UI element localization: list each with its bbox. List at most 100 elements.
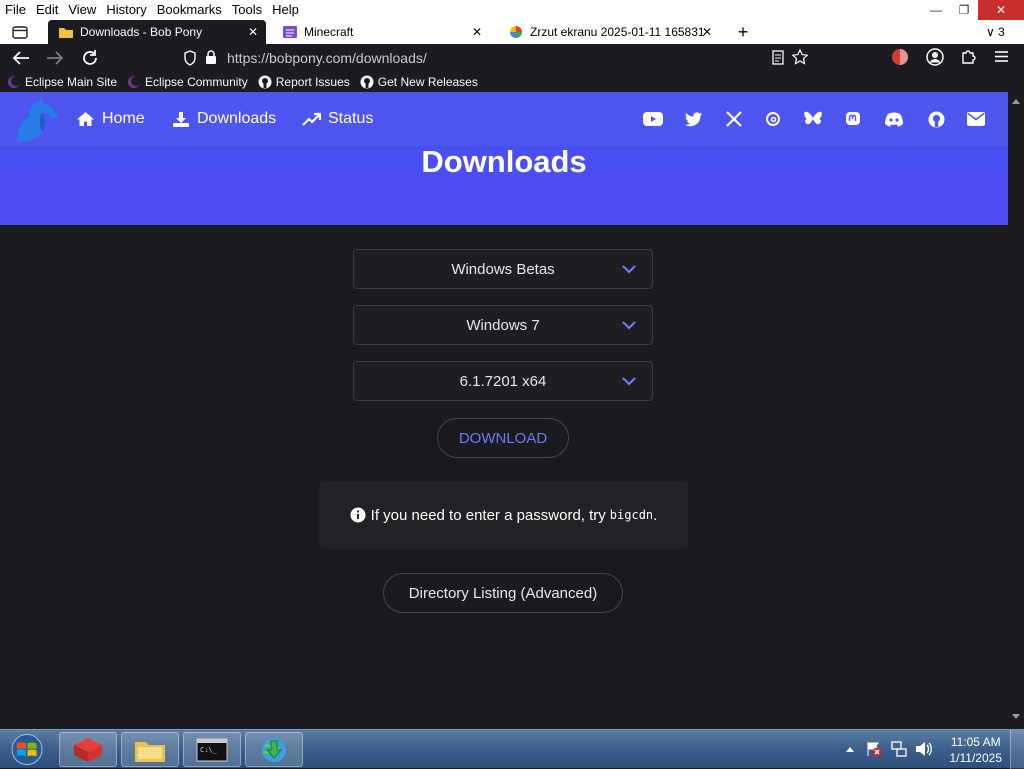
tab-title: Minecraft xyxy=(304,25,354,39)
bookmark-eclipse-main-site[interactable]: Eclipse Main Site xyxy=(7,75,117,89)
email-icon[interactable] xyxy=(966,110,986,128)
tab-strip: Downloads - Bob Pony ✕ Minecraft ✕ Zrzut… xyxy=(0,20,1024,44)
os-select[interactable]: Windows 7 xyxy=(353,305,653,345)
menu-view[interactable]: View xyxy=(63,0,101,20)
nav-home[interactable]: Home xyxy=(76,110,145,128)
github-icon xyxy=(258,75,272,89)
system-clock[interactable]: 11:05 AM 1/11/2025 xyxy=(950,734,1003,766)
nav-home-label: Home xyxy=(102,110,145,127)
download-icon xyxy=(173,111,189,127)
menu-file[interactable]: File xyxy=(0,0,31,20)
download-button[interactable]: DOWNLOAD xyxy=(437,418,569,458)
scroll-up-icon[interactable] xyxy=(1012,98,1020,104)
network-icon[interactable] xyxy=(891,741,907,757)
minimize-button[interactable]: — xyxy=(922,0,950,20)
mastodon-icon[interactable] xyxy=(843,110,863,128)
build-select-value: 6.1.7201 x64 xyxy=(459,372,547,390)
menu-bookmarks[interactable]: Bookmarks xyxy=(152,0,227,20)
category-select[interactable]: Windows Betas xyxy=(353,249,653,289)
hamburger-menu-icon[interactable] xyxy=(994,50,1009,63)
windows-start-button[interactable] xyxy=(8,734,46,765)
eclipse-icon xyxy=(7,75,21,89)
bookmark-label: Get New Releases xyxy=(377,74,478,89)
tab-title: Downloads - Bob Pony xyxy=(80,25,203,39)
close-tab-icon[interactable]: ✕ xyxy=(248,25,258,39)
restore-button[interactable]: ❐ xyxy=(950,0,978,20)
profile-avatar-icon[interactable] xyxy=(891,48,909,66)
chevron-down-icon xyxy=(622,321,636,330)
tab-count-button[interactable]: ∨ 3 xyxy=(986,20,1018,44)
directory-listing-button[interactable]: Directory Listing (Advanced) xyxy=(383,573,623,613)
navigation-toolbar: https://bobpony.com/downloads/ xyxy=(0,44,1024,71)
chevron-down-icon xyxy=(622,265,636,274)
page-title: Downloads xyxy=(421,144,587,179)
vertical-scrollbar[interactable] xyxy=(1008,92,1024,729)
show-desktop-button[interactable] xyxy=(1010,730,1024,769)
bookmark-report-issues[interactable]: Report Issues xyxy=(258,75,350,89)
bookmark-get-new-releases[interactable]: Get New Releases xyxy=(360,75,478,89)
action-center-flag-icon[interactable] xyxy=(866,741,882,757)
bluesky-icon[interactable] xyxy=(803,110,823,128)
menu-edit[interactable]: Edit xyxy=(31,0,63,20)
build-select[interactable]: 6.1.7201 x64 xyxy=(353,361,653,401)
close-tab-icon[interactable]: ✕ xyxy=(702,25,712,39)
bookmark-label: Report Issues xyxy=(275,74,350,89)
bookmark-star-icon[interactable] xyxy=(792,49,808,65)
site-navbar: Home Downloads Status xyxy=(0,92,1008,146)
list-icon xyxy=(283,26,297,38)
web-page: Home Downloads Status Downloads Windows … xyxy=(0,92,1008,729)
pinwheel-icon xyxy=(510,26,522,38)
account-icon[interactable] xyxy=(926,48,944,66)
tray-expand-icon[interactable] xyxy=(846,746,854,752)
svg-text:C:\_: C:\_ xyxy=(200,746,218,754)
close-window-button[interactable]: ✕ xyxy=(978,0,1024,20)
address-bar[interactable]: https://bobpony.com/downloads/ xyxy=(178,46,814,69)
reload-icon[interactable] xyxy=(81,49,99,67)
tab-downloads-bob-pony[interactable]: Downloads - Bob Pony ✕ xyxy=(48,20,266,44)
x-icon[interactable] xyxy=(724,110,744,128)
nav-status[interactable]: Status xyxy=(302,110,373,128)
forward-arrow-icon[interactable] xyxy=(46,50,64,66)
github-icon[interactable] xyxy=(926,110,946,128)
bookmarks-toolbar: Eclipse Main Site Eclipse Community Repo… xyxy=(0,71,1024,92)
nav-downloads-label: Downloads xyxy=(197,110,277,127)
threads-icon[interactable] xyxy=(763,110,783,128)
youtube-icon[interactable] xyxy=(643,110,663,128)
lock-icon[interactable] xyxy=(205,50,217,65)
close-tab-icon[interactable]: ✕ xyxy=(472,25,482,39)
tab-screenshot[interactable]: Zrzut ekranu 2025-01-11 165831 ✕ xyxy=(498,20,720,44)
twitter-icon[interactable] xyxy=(684,110,704,128)
bookmark-eclipse-community[interactable]: Eclipse Community xyxy=(127,75,248,89)
extensions-puzzle-icon[interactable] xyxy=(960,48,977,65)
back-arrow-icon[interactable] xyxy=(12,50,30,66)
chart-line-icon xyxy=(302,112,321,126)
note-suffix: . xyxy=(653,506,658,524)
bob-pony-logo[interactable] xyxy=(12,96,64,146)
menu-tools[interactable]: Tools xyxy=(227,0,267,20)
tab-list-button[interactable] xyxy=(6,20,34,44)
note-text: If you need to enter a password, try xyxy=(370,506,606,524)
discord-icon[interactable] xyxy=(884,110,904,128)
new-tab-button[interactable]: + xyxy=(734,20,752,44)
url-text[interactable]: https://bobpony.com/downloads/ xyxy=(227,50,427,66)
volume-icon[interactable] xyxy=(915,741,932,757)
menu-help[interactable]: Help xyxy=(267,0,304,20)
app-cube-icon xyxy=(74,737,102,762)
chevron-down-icon xyxy=(622,377,636,386)
reader-view-icon[interactable] xyxy=(772,50,784,65)
clock-date: 1/11/2025 xyxy=(949,751,1003,765)
taskbar-download-manager[interactable] xyxy=(245,732,303,767)
scroll-down-icon[interactable] xyxy=(1012,714,1020,720)
tab-minecraft[interactable]: Minecraft ✕ xyxy=(272,20,490,44)
nav-downloads[interactable]: Downloads xyxy=(172,110,276,128)
taskbar-file-explorer[interactable] xyxy=(121,732,179,767)
clock-time: 11:05 AM xyxy=(950,735,1001,749)
shield-icon[interactable] xyxy=(183,49,197,66)
password-note: If you need to enter a password, try big… xyxy=(319,481,688,549)
taskbar-command-prompt[interactable]: C:\_ xyxy=(183,732,241,767)
os-select-value: Windows 7 xyxy=(466,316,540,334)
menu-history[interactable]: History xyxy=(101,0,151,20)
tab-title: Zrzut ekranu 2025-01-11 165831 xyxy=(530,25,705,39)
terminal-icon: C:\_ xyxy=(196,738,228,761)
taskbar-app-red[interactable] xyxy=(59,732,117,767)
